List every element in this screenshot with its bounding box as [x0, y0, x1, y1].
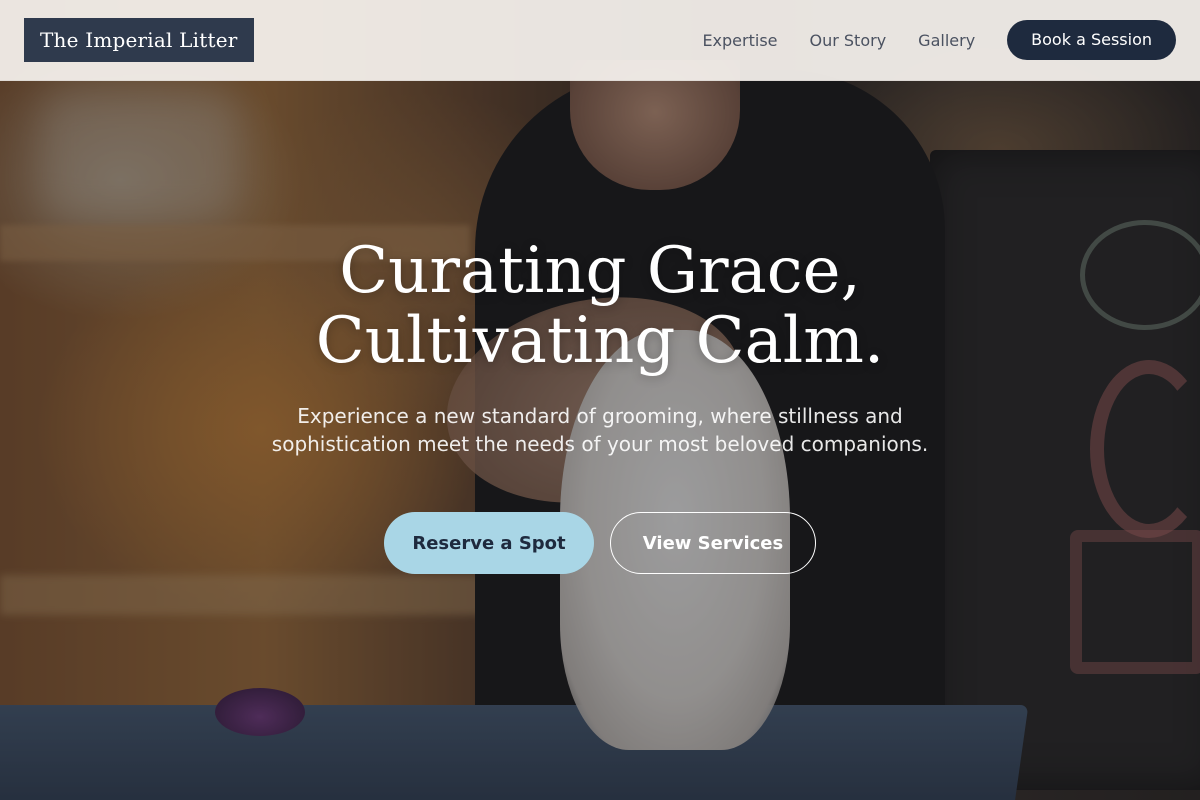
hero-headline: Curating Grace, Cultivating Calm. — [150, 236, 1050, 376]
hero-headline-line: Curating Grace, — [339, 234, 861, 308]
hero-section: Curating Grace, Cultivating Calm. Experi… — [0, 236, 1200, 574]
hero-subtitle-line: Experience a new standard of grooming, w… — [297, 404, 903, 428]
nav-link-our-story[interactable]: Our Story — [810, 31, 887, 50]
site-header: The Imperial Litter Expertise Our Story … — [0, 0, 1200, 81]
hero-subtitle: Experience a new standard of grooming, w… — [260, 402, 940, 458]
brand-logo[interactable]: The Imperial Litter — [24, 18, 254, 62]
main-nav: Expertise Our Story Gallery Book a Sessi… — [702, 20, 1176, 60]
hero-headline-line: Cultivating Calm. — [315, 304, 885, 378]
nav-link-expertise[interactable]: Expertise — [702, 31, 777, 50]
book-session-button[interactable]: Book a Session — [1007, 20, 1176, 60]
page: The Imperial Litter Expertise Our Story … — [0, 0, 1200, 800]
hero-cta-row: Reserve a Spot View Services — [0, 512, 1200, 574]
view-services-button[interactable]: View Services — [610, 512, 816, 574]
nav-link-gallery[interactable]: Gallery — [918, 31, 975, 50]
hero-subtitle-line: sophistication meet the needs of your mo… — [271, 432, 929, 456]
reserve-spot-button[interactable]: Reserve a Spot — [384, 512, 594, 574]
